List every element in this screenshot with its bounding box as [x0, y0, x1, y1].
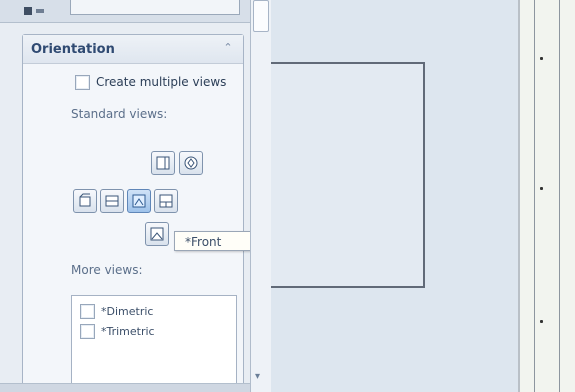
view-top-button[interactable] [100, 189, 124, 213]
dimetric-checkbox[interactable] [80, 304, 95, 319]
more-views-label: More views: [71, 263, 143, 277]
drawing-sheet-border [518, 0, 575, 392]
standard-views-label: Standard views: [71, 107, 168, 121]
drawing-view-frame[interactable] [271, 62, 425, 288]
view-normal-to-button[interactable] [145, 222, 169, 246]
list-item[interactable]: *Trimetric [80, 324, 155, 339]
view-isometric-button[interactable] [179, 151, 203, 175]
view-back-button[interactable] [73, 189, 97, 213]
orientation-header[interactable]: Orientation ⌃ [23, 35, 243, 64]
top-selection-row [0, 0, 250, 23]
view-left-button[interactable] [151, 151, 175, 175]
scroll-thumb[interactable] [253, 0, 269, 32]
front-tooltip: *Front [174, 231, 256, 251]
create-multiple-views-row[interactable]: Create multiple views [75, 73, 226, 91]
view-front-button[interactable] [127, 189, 151, 213]
scroll-down-arrow-icon[interactable]: ▾ [255, 371, 260, 382]
drawing-canvas[interactable] [271, 0, 518, 392]
panel-scrollbar[interactable]: ▾ [250, 0, 271, 392]
section-title: Orientation [31, 42, 115, 57]
list-item[interactable]: *Dimetric [80, 304, 153, 319]
trimetric-checkbox[interactable] [80, 324, 95, 339]
orientation-section: Orientation ⌃ Create multiple views Stan… [22, 34, 256, 387]
collapse-icon[interactable]: ⌃ [221, 41, 235, 55]
trimetric-label: *Trimetric [101, 325, 155, 338]
more-views-list[interactable]: *Dimetric *Trimetric [71, 295, 237, 387]
view-bottom-button[interactable] [154, 189, 178, 213]
selection-field[interactable] [70, 0, 240, 15]
border-tick [540, 320, 543, 323]
property-manager-panel: Orientation ⌃ Create multiple views Stan… [0, 0, 270, 392]
selection-icon [22, 2, 56, 15]
sheet-inner-border [534, 0, 560, 392]
border-tick [540, 57, 543, 60]
dimetric-label: *Dimetric [101, 305, 154, 318]
create-multiple-views-label: Create multiple views [96, 75, 227, 89]
bottom-strip [0, 383, 270, 392]
border-tick [540, 187, 543, 190]
create-multiple-views-checkbox[interactable] [75, 74, 90, 90]
